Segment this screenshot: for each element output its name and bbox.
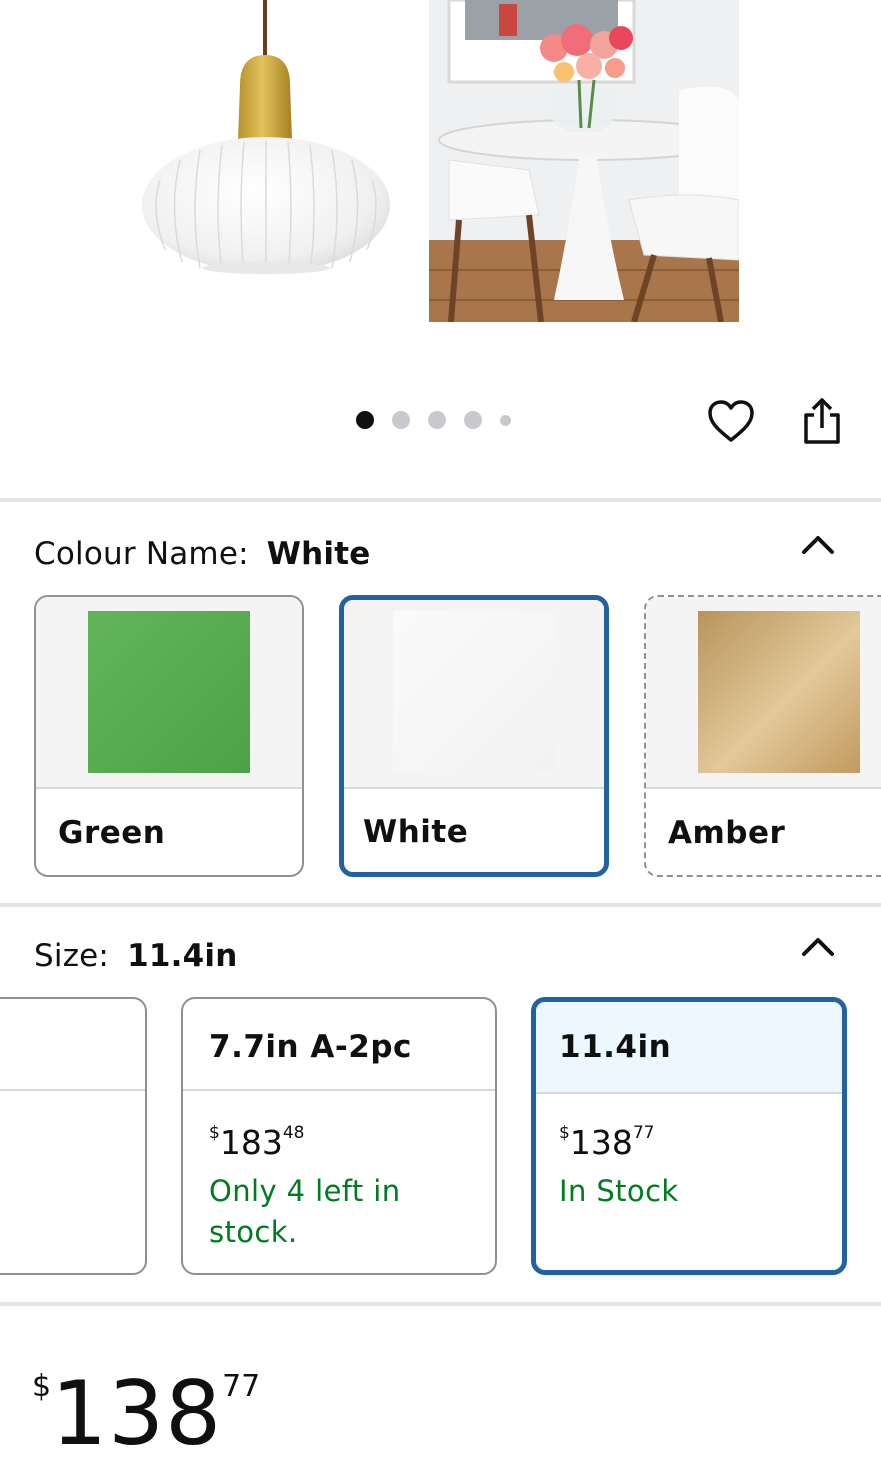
colour-option-label: White: [363, 814, 469, 850]
product-image-room[interactable]: [429, 0, 739, 322]
carousel-dot-2[interactable]: [392, 411, 410, 429]
colour-swatch-chip: [698, 611, 860, 773]
size-option-header: [0, 999, 145, 1091]
carousel-dot-1[interactable]: [356, 411, 374, 429]
size-option-label: 11.4in: [536, 1002, 842, 1094]
size-selected-value: 11.4in: [127, 938, 238, 974]
size-option-price: $18348: [209, 1123, 305, 1162]
product-image-lamp[interactable]: [0, 0, 400, 330]
colour-label-row: Colour Name: White: [34, 536, 370, 572]
carousel-dot-5[interactable]: [500, 414, 511, 426]
size-label: Size:: [34, 938, 110, 974]
size-collapse-button[interactable]: [798, 932, 838, 962]
colour-collapse-button[interactable]: [798, 530, 838, 560]
colour-option-white[interactable]: White: [339, 595, 609, 877]
colour-label: Colour Name:: [34, 536, 249, 572]
stock-status: In Stock: [559, 1174, 679, 1208]
chevron-up-icon: [802, 938, 834, 956]
share-button[interactable]: [795, 394, 849, 448]
heart-icon: [708, 400, 754, 442]
colour-option-label: Green: [58, 815, 166, 851]
size-label-row: Size: 11.4in: [34, 938, 237, 974]
colour-selected-value: White: [266, 536, 371, 572]
carousel-dot-4[interactable]: [464, 411, 482, 429]
share-icon: [804, 398, 840, 444]
wishlist-button[interactable]: [704, 394, 758, 448]
size-option-price: $13877: [559, 1123, 655, 1162]
size-option-label: 7.7in A-2pc: [183, 999, 495, 1091]
colour-option-green[interactable]: Green: [34, 595, 304, 877]
chevron-up-icon: [802, 536, 834, 554]
size-option-11-4in[interactable]: 11.4in $13877 In Stock: [531, 997, 847, 1275]
colour-swatch-chip: [393, 611, 555, 773]
colour-option-label: Amber: [668, 815, 786, 851]
product-price: $13877: [32, 1362, 261, 1465]
section-divider: [0, 1302, 881, 1306]
carousel-dot-3[interactable]: [428, 411, 446, 429]
section-divider: [0, 903, 881, 907]
size-option-partial[interactable]: [0, 997, 147, 1275]
section-divider: [0, 498, 881, 502]
colour-swatch-chip: [88, 611, 250, 773]
stock-status: Only 4 left in stock.: [209, 1174, 401, 1249]
colour-option-amber[interactable]: Amber: [644, 595, 881, 877]
size-option-7-7in[interactable]: 7.7in A-2pc $18348 Only 4 left in stock.: [181, 997, 497, 1275]
carousel-indicator[interactable]: [356, 408, 511, 432]
